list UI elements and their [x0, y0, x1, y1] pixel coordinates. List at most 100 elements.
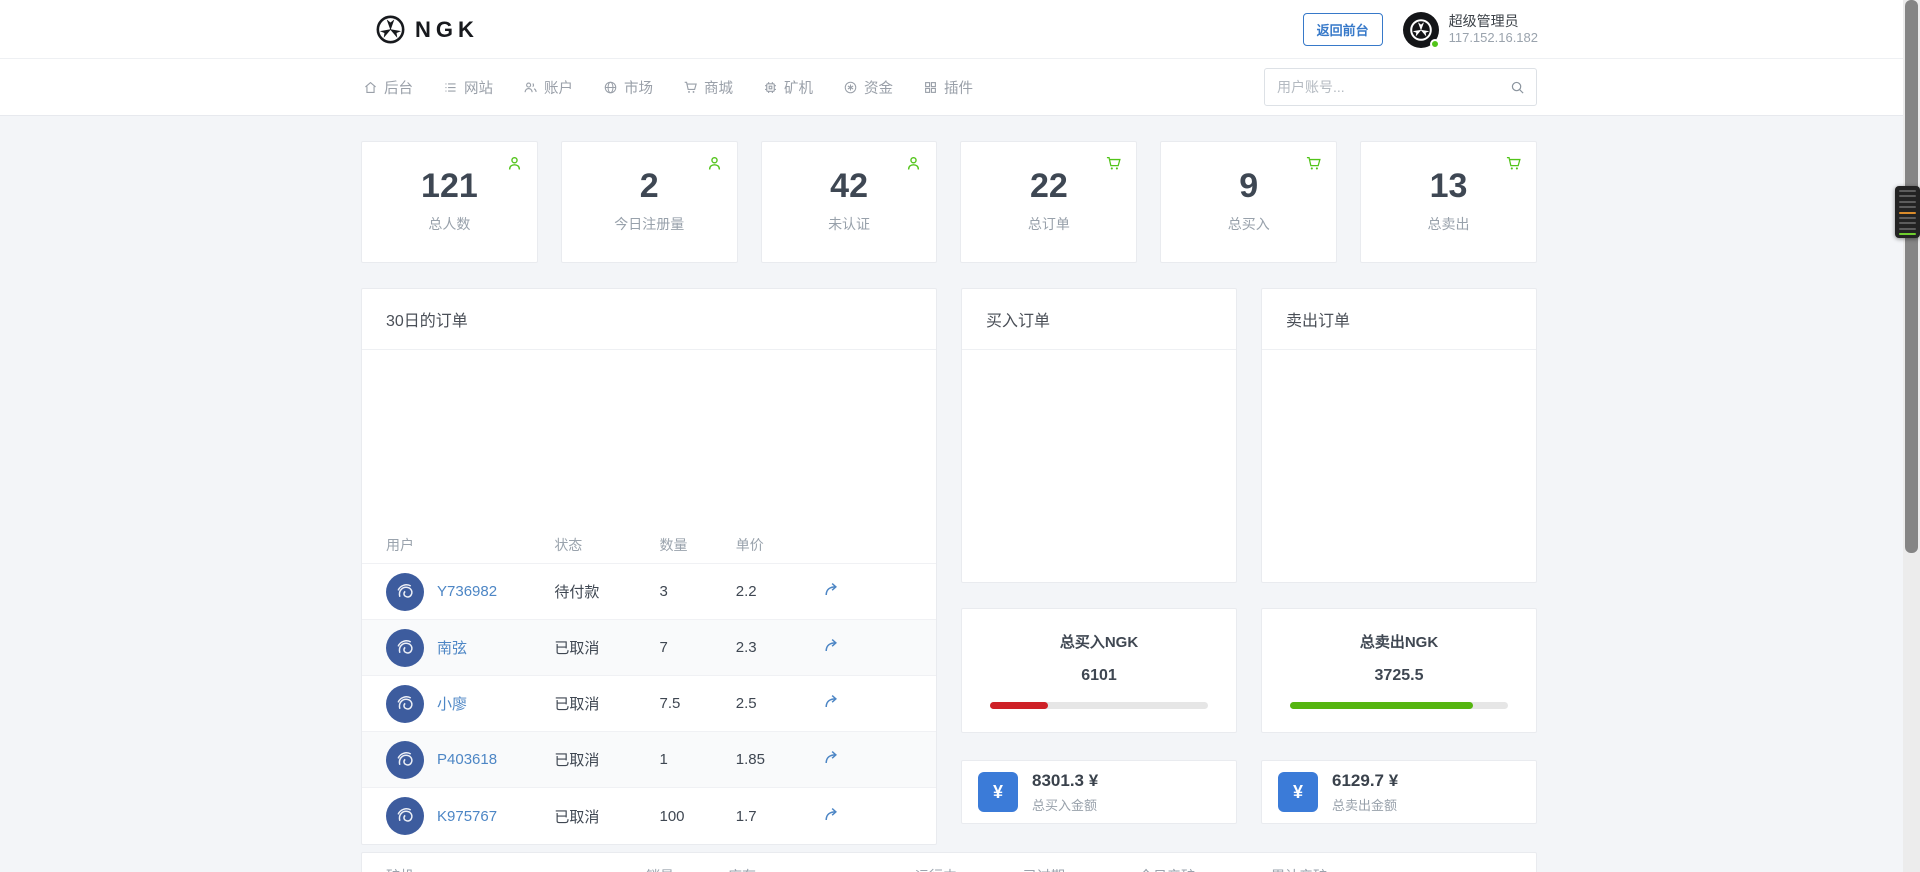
total-buy-ngk-card: 总买入NGK 6101	[961, 608, 1237, 733]
nav-label: 资金	[864, 80, 893, 97]
chip-icon	[764, 81, 777, 93]
ngk-logo-icon	[376, 15, 405, 44]
nav-label: 网站	[464, 80, 493, 97]
minimap-line	[1899, 200, 1916, 203]
col-header: 数量	[659, 536, 688, 553]
sell-chart-area	[1262, 350, 1536, 582]
person-icon	[908, 156, 920, 171]
orders-30d-panel: 30日的订单 用户 状态 数量 单价 Y736982 待付款 3 2.2 南弦 …	[361, 288, 937, 845]
order-price: 2.5	[735, 695, 757, 712]
list-icon	[444, 82, 457, 92]
order-status: 待付款	[554, 584, 600, 601]
scrollbar-thumb[interactable]	[1905, 0, 1918, 553]
minimap-line-orange	[1899, 211, 1916, 214]
user-avatar	[386, 572, 424, 611]
amount-block: 8301.3 ¥ 总买入金额	[1032, 771, 1098, 814]
globe-icon	[604, 81, 617, 93]
avatar-art-icon	[397, 751, 413, 766]
brand-logo: NGK	[375, 0, 479, 59]
col-header: 库存	[728, 866, 915, 872]
buy-chart-area	[962, 350, 1236, 582]
view-order-arrow-icon[interactable]	[823, 806, 840, 823]
view-order-arrow-icon[interactable]	[823, 581, 840, 598]
nav-item-funds[interactable]: 资金	[843, 77, 893, 98]
view-order-arrow-icon[interactable]	[823, 637, 840, 654]
buy-column: 买入订单 总买入NGK 6101 ¥ 8301.3 ¥ 总买入金额	[961, 288, 1237, 845]
minimap-line	[1899, 227, 1916, 230]
amount-label: 总卖出金额	[1332, 797, 1398, 813]
user-menu[interactable]: 超级管理员 117.152.16.182	[1402, 11, 1538, 49]
orders-table: 用户 状态 数量 单价 Y736982 待付款 3 2.2 南弦 已取消 7 2…	[362, 526, 936, 844]
nav-label: 账户	[544, 80, 573, 97]
order-price: 2.2	[735, 583, 757, 600]
scroll-minimap-widget	[1895, 186, 1920, 238]
col-header: 今日产矿	[1139, 866, 1271, 872]
user-avatar	[386, 628, 424, 667]
buy-progress-bar	[990, 702, 1208, 709]
nav-item-miners[interactable]: 矿机	[763, 77, 813, 98]
nav-item-mall[interactable]: 商城	[683, 77, 733, 98]
avatar-art-icon	[397, 808, 413, 822]
view-order-arrow-icon[interactable]	[823, 749, 840, 766]
order-status: 已取消	[554, 696, 600, 713]
buy-progress-fill	[990, 702, 1049, 709]
avatar-art-icon	[397, 695, 413, 710]
stat-label: 总卖出	[1427, 216, 1470, 233]
nav-item-plugins[interactable]: 插件	[923, 77, 973, 98]
nav-label: 后台	[384, 80, 413, 97]
view-order-arrow-icon[interactable]	[823, 693, 840, 710]
order-row: 小廖 已取消 7.5 2.5	[362, 676, 936, 732]
nav-label: 矿机	[784, 80, 813, 97]
minimap-line	[1899, 216, 1916, 219]
buy-amount-card: ¥ 8301.3 ¥ 总买入金额	[961, 760, 1237, 824]
panel-title: 买入订单	[962, 289, 1236, 350]
stat-card-total-orders: 22 总订单	[960, 141, 1138, 263]
panel-title: 卖出订单	[1262, 289, 1536, 350]
orders-table-header: 用户 状态 数量 单价	[362, 526, 936, 564]
user-link[interactable]: 小廖	[437, 693, 467, 714]
nav-items: 后台 网站 账户 市场 商城 矿机 资金 插件	[363, 59, 973, 115]
dashboard-content: 121 总人数 2 今日注册量 42 未认证 22 总订单 9 总买入 13 总…	[361, 141, 1537, 872]
stat-value: 121	[421, 167, 478, 205]
cart-icon	[1106, 157, 1121, 171]
scrollbar[interactable]	[1903, 0, 1920, 872]
stat-label: 总人数	[428, 216, 471, 233]
stats-row: 121 总人数 2 今日注册量 42 未认证 22 总订单 9 总买入 13 总…	[361, 141, 1537, 263]
sell-amount-card: ¥ 6129.7 ¥ 总卖出金额	[1261, 760, 1537, 824]
order-status: 已取消	[554, 640, 600, 657]
back-to-front-button[interactable]: 返回前台	[1302, 13, 1383, 46]
nav-item-website[interactable]: 网站	[443, 77, 493, 98]
user-link[interactable]: Y736982	[437, 583, 497, 600]
nav-item-accounts[interactable]: 账户	[523, 77, 573, 98]
order-price: 1.7	[735, 807, 757, 825]
order-qty: 7.5	[659, 695, 681, 712]
col-header: 已过期	[1023, 866, 1139, 872]
amount-label: 总买入金额	[1032, 797, 1098, 813]
amount-value: 6129.7 ¥	[1332, 770, 1399, 790]
nav-item-market[interactable]: 市场	[603, 77, 653, 98]
user-avatar	[386, 797, 424, 835]
order-qty: 3	[659, 583, 668, 600]
stat-value: 9	[1239, 167, 1259, 205]
user-name: 超级管理员	[1448, 12, 1519, 29]
header-right: 返回前台 超级管理员 117.152.16.182	[1302, 0, 1538, 59]
online-status-dot	[1429, 38, 1440, 49]
buy-orders-panel: 买入订单	[961, 288, 1237, 583]
order-row: P403618 已取消 1 1.85	[362, 732, 936, 788]
person-icon	[508, 156, 520, 171]
col-header: 单价	[735, 536, 764, 553]
col-header: 累计产矿	[1271, 866, 1512, 872]
user-link[interactable]: 南弦	[437, 637, 467, 658]
nav-item-backend[interactable]: 后台	[363, 77, 413, 98]
user-link[interactable]: K975767	[437, 808, 497, 825]
search-input[interactable]	[1265, 69, 1536, 105]
user-search	[1264, 68, 1537, 106]
orders-chart-area	[362, 350, 936, 526]
search-icon[interactable]	[1510, 80, 1525, 95]
users-icon	[524, 82, 537, 93]
col-header: 销量	[646, 866, 728, 872]
order-qty: 100	[659, 807, 685, 825]
stat-value: 13	[1429, 167, 1468, 205]
user-link[interactable]: P403618	[437, 751, 497, 768]
user-avatar	[386, 740, 424, 779]
